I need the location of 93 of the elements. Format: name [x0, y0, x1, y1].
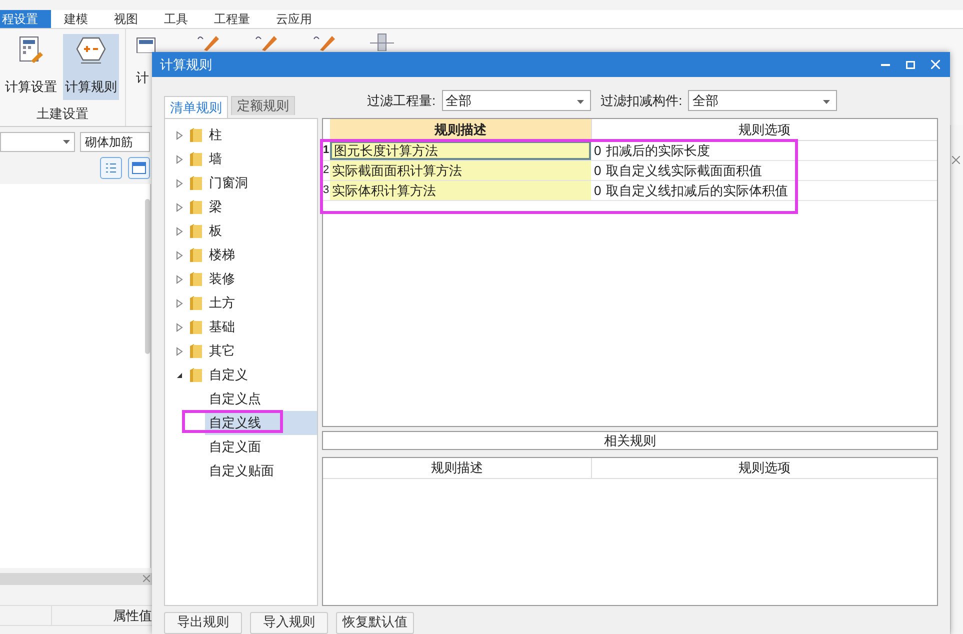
dropdown[interactable]: 全部: [442, 90, 591, 111]
tree-item[interactable]: 门窗洞: [209, 174, 248, 192]
tab[interactable]: 定额规则: [231, 96, 295, 115]
row-number: 3: [323, 183, 330, 198]
tree-item[interactable]: 楼梯: [209, 246, 235, 264]
table-cell[interactable]: 取自定义线实际截面面积值: [606, 161, 762, 180]
collapsed-arrow-icon[interactable]: [176, 178, 182, 188]
form-view-icon[interactable]: [128, 157, 150, 179]
collapsed-arrow-icon[interactable]: [176, 298, 182, 308]
pencil-icon: [312, 33, 336, 51]
ribbon-button[interactable]: 计算设置: [3, 34, 59, 100]
table-cell-text: 0: [594, 162, 600, 180]
filter-label: 过滤工程量:: [367, 92, 436, 110]
collapsed-arrow-icon[interactable]: [176, 226, 182, 236]
tree-item[interactable]: 自定义点: [205, 387, 317, 411]
folder-icon: [189, 223, 203, 239]
pencil-icon: [254, 33, 278, 51]
caret-icon: [823, 100, 830, 104]
action-button[interactable]: 恢复默认值: [336, 612, 414, 634]
row-number: 2: [323, 163, 330, 178]
table-cell[interactable]: 图元长度计算方法: [330, 141, 591, 160]
collapsed-arrow-icon[interactable]: [176, 322, 182, 332]
folder-icon: [189, 199, 203, 215]
tree-item[interactable]: 装修: [209, 270, 235, 288]
collapsed-arrow-icon[interactable]: [176, 274, 182, 284]
column-header: 规则描述: [330, 119, 591, 140]
collapsed-arrow-icon[interactable]: [176, 130, 182, 140]
folder-icon: [189, 271, 203, 287]
folder-icon: [189, 151, 203, 167]
ribbon-button[interactable]: 计: [136, 69, 156, 87]
caret-icon: [63, 140, 70, 144]
dropdown[interactable]: [0, 132, 75, 152]
close-icon[interactable]: [952, 156, 960, 164]
folder-icon: [189, 175, 203, 191]
tree-item[interactable]: 基础: [209, 318, 235, 336]
collapsed-arrow-icon[interactable]: [176, 154, 182, 164]
action-button[interactable]: 导出规则: [164, 612, 242, 634]
dropdown[interactable]: 全部: [688, 90, 838, 111]
tree-item[interactable]: 梁: [209, 198, 222, 216]
row-number: 1: [323, 143, 330, 158]
hexagon-plus-minus-icon: [76, 36, 106, 64]
menu-tab[interactable]: 云应用: [263, 10, 325, 28]
folder-icon: [189, 295, 203, 311]
table-cell[interactable]: 扣减后的实际长度: [606, 141, 710, 160]
column-icon: [370, 33, 394, 51]
table-cell-text: 0: [594, 142, 600, 160]
column-header: 规则选项: [738, 459, 792, 477]
tree-item[interactable]: 自定义贴面: [205, 459, 317, 483]
folder-icon: [189, 367, 203, 383]
folder-icon: [189, 319, 203, 335]
list-view-icon[interactable]: [100, 157, 122, 179]
folder-icon: [189, 127, 203, 143]
menu-tab[interactable]: 程设置: [0, 10, 51, 28]
minimize-icon[interactable]: [881, 63, 890, 66]
section-header: 相关规则: [322, 431, 938, 450]
collapsed-arrow-icon[interactable]: [176, 202, 182, 212]
collapsed-arrow-icon[interactable]: [176, 346, 182, 356]
folder-icon: [189, 343, 203, 359]
action-button[interactable]: 导入规则: [250, 612, 328, 634]
menu-tab[interactable]: 工程量: [201, 10, 263, 28]
column-header: 规则选项: [591, 119, 937, 140]
tree-item[interactable]: 柱: [209, 126, 222, 144]
tree-item[interactable]: 墙: [209, 150, 222, 168]
tree-item[interactable]: 板: [209, 222, 222, 240]
column-header: 规则描述: [323, 458, 592, 478]
maximize-icon[interactable]: [906, 60, 915, 68]
pencil-icon: [196, 33, 220, 51]
expanded-arrow-icon[interactable]: [176, 372, 182, 378]
tree-item[interactable]: 其它: [209, 342, 235, 360]
caret-icon: [576, 100, 584, 104]
close-icon[interactable]: [143, 575, 150, 582]
collapsed-arrow-icon[interactable]: [176, 250, 182, 260]
menu-tab[interactable]: 工具: [151, 10, 201, 28]
text-field[interactable]: 砌体加筋: [80, 132, 150, 152]
folder-icon: [189, 247, 203, 263]
table-cell[interactable]: 实际体积计算方法: [330, 181, 591, 200]
group-label: 土建设置: [36, 105, 90, 123]
filter-label: 过滤扣减构件:: [600, 92, 682, 110]
table-cell[interactable]: 取自定义线扣减后的实际体积值: [606, 181, 788, 200]
menu-tab[interactable]: 视图: [101, 10, 151, 28]
menu-tab[interactable]: 建模: [51, 10, 101, 28]
scrollbar[interactable]: [145, 199, 150, 354]
table-cell-text: 0: [594, 182, 600, 200]
tree-item[interactable]: 土方: [209, 294, 235, 312]
tree-item[interactable]: 自定义: [209, 366, 248, 384]
calculator-wrench-icon: [18, 36, 44, 64]
column-header: 属性值: [112, 607, 152, 625]
tree-item[interactable]: 自定义面: [205, 435, 317, 459]
table-icon: [136, 37, 156, 53]
tab[interactable]: 清单规则: [164, 96, 228, 118]
table-cell[interactable]: 实际截面面积计算方法: [330, 161, 591, 180]
window-title: 计算规则: [160, 56, 213, 74]
ribbon-button[interactable]: 计算规则: [63, 34, 119, 100]
